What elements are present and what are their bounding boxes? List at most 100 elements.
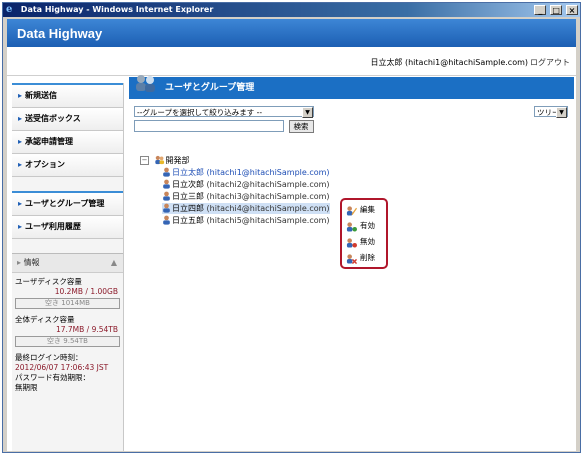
arrow-icon: ▸ (17, 258, 22, 267)
user-icon (163, 203, 170, 213)
tree-user-row[interactable]: 日立五郎 (hitachi5@hitachiSample.com) (162, 215, 330, 226)
sidebar-item-label: 送受信ボックス (25, 114, 81, 123)
arrow-icon: ▸ (18, 199, 23, 208)
password-expiry-value: 無期限 (15, 383, 38, 392)
group-filter-select[interactable]: --グループを選択して絞り込みます -- ▼ (134, 106, 314, 118)
tree-user-row-selected[interactable]: 日立四郎 (hitachi4@hitachiSample.com) (162, 203, 330, 214)
menu-item-edit[interactable]: 編集 (346, 203, 375, 217)
brand-logo[interactable]: Data Highway (17, 26, 102, 41)
arrow-icon: ▸ (18, 114, 23, 123)
search-row: 検索 (134, 120, 314, 133)
delete-icon (346, 253, 357, 264)
panel-header: ユーザとグループ管理 (129, 75, 574, 99)
search-button[interactable]: 検索 (288, 120, 314, 133)
user-email: (hitachi3@hitachiSample.com) (206, 192, 330, 201)
panel-title: ユーザとグループ管理 (165, 83, 255, 93)
sidebar-item-user-group[interactable]: ▸ ユーザとグループ管理 (12, 193, 123, 216)
chevron-down-icon: ▼ (556, 107, 567, 118)
tree-group-node[interactable]: − 開発部 (140, 155, 190, 166)
all-disk-free: 空き 9.54TB (15, 336, 120, 347)
users-group-icon (136, 75, 155, 92)
sidebar-item-label: オプション (25, 160, 66, 169)
password-expiry-label: パスワード有効期限： (15, 373, 90, 382)
user-email: (hitachi4@hitachiSample.com) (206, 204, 330, 213)
all-disk-value: 17.7MB / 9.54TB (55, 325, 118, 334)
user-icon (163, 191, 170, 201)
user-disk-label: ユーザディスク容量 (15, 277, 82, 286)
maximize-button[interactable]: □ (550, 5, 563, 15)
sidebar-item-new-send[interactable]: ▸ 新規送信 (12, 85, 123, 108)
view-select-wrap: ツリー ▼ (534, 106, 568, 118)
user-bar: 日立太郎 (hitachi1@hitachiSample.com) ログアウト (7, 47, 576, 76)
tree-user-row[interactable]: 日立次郎 (hitachi2@hitachiSample.com) (162, 179, 330, 190)
window-title: Data Highway - Windows Internet Explorer (20, 5, 214, 14)
context-menu: 編集 有効 無効 削除 (340, 198, 388, 269)
info-header[interactable]: ▸ 情報 ▲ (12, 253, 123, 273)
last-login-label: 最終ログイン時刻： (15, 353, 83, 362)
edit-icon (346, 205, 357, 216)
info-panel: ユーザディスク容量 10.2MB / 1.00GB 空き 1014MB 全体ディ… (12, 273, 123, 393)
sidebar-item-mailbox[interactable]: ▸ 送受信ボックス (12, 108, 123, 131)
all-disk-label: 全体ディスク容量 (15, 315, 75, 324)
last-login-value: 2012/06/07 17:06:43 JST (15, 363, 109, 372)
minimize-button[interactable]: _ (534, 5, 547, 15)
user-name: 日立太郎 (172, 168, 204, 177)
nav-group-admin: ▸ ユーザとグループ管理 ▸ ユーザ利用履歴 (12, 191, 123, 239)
view-mode-select[interactable]: ツリー ▼ (534, 106, 568, 118)
arrow-icon: ▸ (18, 137, 23, 146)
group-name: 開発部 (165, 156, 190, 165)
user-email: (hitachi5@hitachiSample.com) (206, 216, 330, 225)
sidebar-item-approval[interactable]: ▸ 承認申請管理 (12, 131, 123, 154)
disable-icon (346, 237, 357, 248)
chevron-down-icon: ▼ (302, 107, 313, 118)
user-disk-free: 空き 1014MB (15, 298, 120, 309)
sidebar-item-label: ユーザとグループ管理 (25, 199, 105, 208)
sidebar-item-options[interactable]: ▸ オプション (12, 154, 123, 177)
user-email: (hitachi1@hitachiSample.com) (206, 168, 330, 177)
user-name: 日立三郎 (172, 192, 204, 201)
header-banner: Data Highway (7, 19, 576, 47)
info-title: 情報 (23, 258, 40, 267)
filter-row: --グループを選択して絞り込みます -- ▼ (134, 106, 314, 118)
current-user: 日立太郎 (hitachi1@hitachiSample.com) (370, 58, 528, 67)
close-button[interactable]: × (566, 5, 578, 15)
menu-label: 有効 (360, 221, 375, 230)
user-name: 日立次郎 (172, 180, 204, 189)
menu-label: 削除 (360, 253, 375, 262)
sidebar-item-label: ユーザ利用履歴 (25, 222, 81, 231)
user-icon (163, 167, 170, 177)
menu-item-delete[interactable]: 削除 (346, 251, 375, 265)
group-icon (154, 155, 164, 165)
tree-user-row[interactable]: 日立太郎 (hitachi1@hitachiSample.com) (162, 167, 330, 178)
page-content: Data Highway 日立太郎 (hitachi1@hitachiSampl… (7, 19, 576, 451)
menu-label: 無効 (360, 237, 375, 246)
user-icon (163, 179, 170, 189)
search-input[interactable] (134, 120, 284, 132)
sidebar-item-label: 承認申請管理 (25, 137, 74, 146)
user-name: 日立五郎 (172, 216, 204, 225)
title-bar: e Data Highway - Windows Internet Explor… (3, 3, 580, 17)
arrow-icon: ▸ (18, 91, 23, 100)
sidebar: ▸ 新規送信 ▸ 送受信ボックス ▸ 承認申請管理 ▸ オプション ▸ ユーザとグループ管… (12, 83, 124, 451)
logout-link[interactable]: ログアウト (530, 57, 570, 68)
enable-icon (346, 221, 357, 232)
browser-window: e Data Highway - Windows Internet Explor… (2, 2, 581, 453)
sidebar-item-user-history[interactable]: ▸ ユーザ利用履歴 (12, 216, 123, 239)
menu-item-disable[interactable]: 無効 (346, 235, 375, 249)
user-icon (163, 215, 170, 225)
menu-label: 編集 (360, 205, 375, 214)
nav-group-main: ▸ 新規送信 ▸ 送受信ボックス ▸ 承認申請管理 ▸ オプション (12, 83, 123, 177)
ie-icon: e (6, 4, 13, 15)
sidebar-item-label: 新規送信 (25, 91, 58, 100)
user-disk-value: 10.2MB / 1.00GB (54, 287, 118, 296)
menu-item-enable[interactable]: 有効 (346, 219, 375, 233)
collapse-toggle-icon[interactable]: − (140, 156, 149, 165)
user-email: (hitachi2@hitachiSample.com) (206, 180, 330, 189)
arrow-icon: ▸ (18, 222, 23, 231)
main-panel: ユーザとグループ管理 --グループを選択して絞り込みます -- ▼ ツリー ▼ … (129, 75, 574, 451)
tree-user-row[interactable]: 日立三郎 (hitachi3@hitachiSample.com) (162, 191, 330, 202)
collapse-icon[interactable]: ▲ (111, 254, 117, 272)
arrow-icon: ▸ (18, 160, 23, 169)
user-name: 日立四郎 (172, 204, 204, 213)
group-filter-value: --グループを選択して絞り込みます -- (137, 108, 263, 117)
